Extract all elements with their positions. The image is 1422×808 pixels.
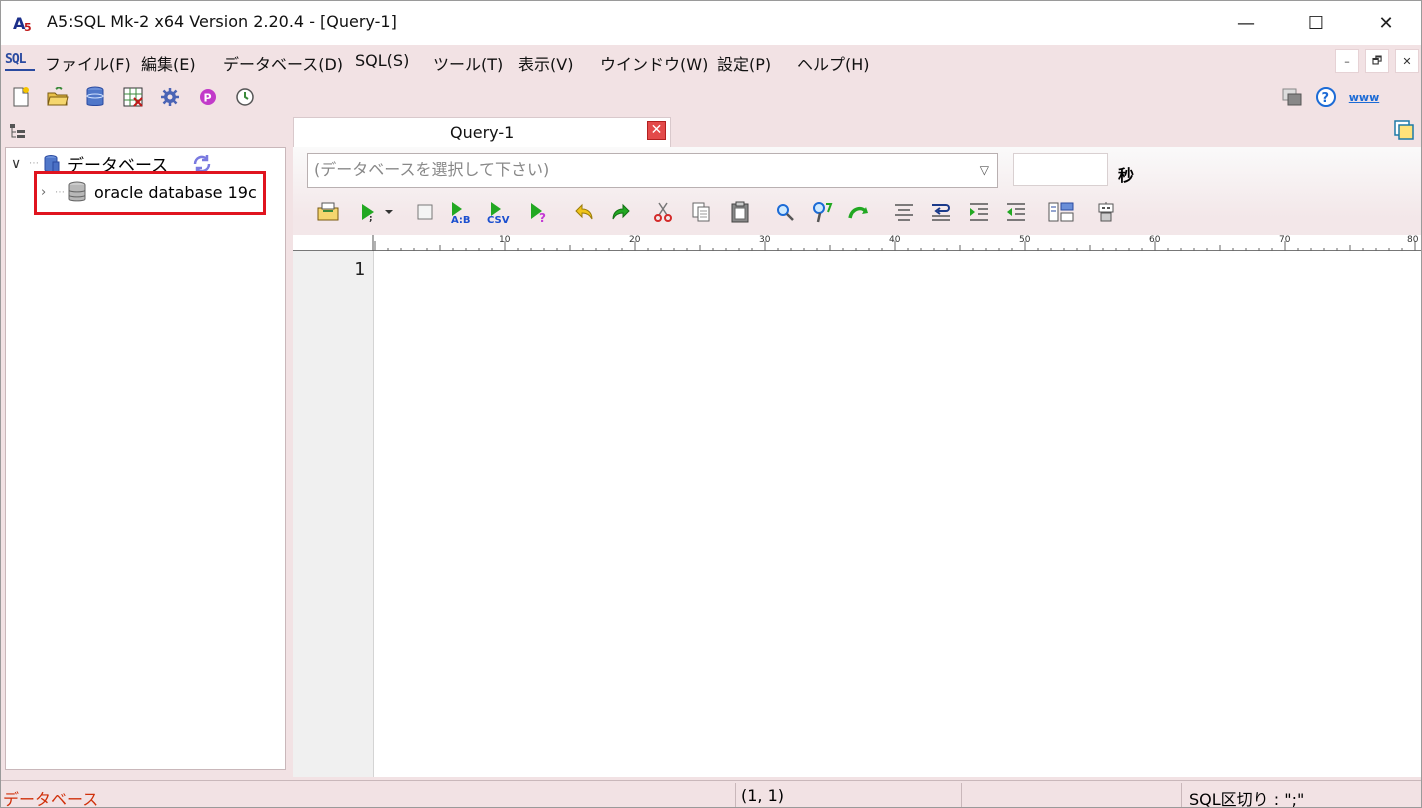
- run-csv-icon[interactable]: CSV: [485, 199, 515, 225]
- ruler-label: 20: [629, 235, 641, 245]
- menu-bar: SQL ファイル(F) 編集(E) データベース(D) SQL(S) ツール(T…: [1, 45, 1421, 77]
- main-toolbar: P ? www: [1, 79, 1421, 115]
- ruler-label: 50: [1019, 235, 1031, 245]
- database-tree: [5, 147, 286, 770]
- undo-icon[interactable]: [572, 199, 598, 225]
- line-number: 1: [354, 259, 365, 280]
- status-database: データベース: [3, 790, 99, 808]
- redo-icon[interactable]: [607, 199, 633, 225]
- left-panel-header: [5, 119, 289, 145]
- ruler-label: 30: [759, 235, 771, 245]
- window-title: A5:SQL Mk-2 x64 Version 2.20.4 - [Query-…: [47, 12, 397, 31]
- app-window: A 5 A5:SQL Mk-2 x64 Version 2.20.4 - [Qu…: [0, 0, 1422, 808]
- status-sql-separator: SQL区切り : ";": [1189, 790, 1305, 808]
- explain-icon[interactable]: ?: [526, 199, 552, 225]
- help-icon[interactable]: ?: [1314, 85, 1338, 109]
- menu-edit[interactable]: 編集(E): [141, 51, 196, 75]
- ruler-label: 80: [1407, 235, 1419, 245]
- menu-file[interactable]: ファイル(F): [45, 51, 131, 75]
- ruler-label: 60: [1149, 235, 1161, 245]
- menu-help[interactable]: ヘルプ(H): [797, 51, 870, 75]
- highlight-box: [34, 171, 266, 215]
- stop-icon[interactable]: [412, 199, 438, 225]
- layout-icon[interactable]: [1048, 199, 1074, 225]
- title-bar: A 5 A5:SQL Mk-2 x64 Version 2.20.4 - [Qu…: [1, 1, 1421, 45]
- sql-logo-icon: SQL: [5, 51, 35, 71]
- find-icon[interactable]: [772, 199, 798, 225]
- clock-icon[interactable]: [233, 85, 257, 109]
- svg-text:A:B: A:B: [451, 215, 471, 224]
- status-divider: [961, 783, 962, 807]
- query-editor-area: (データベースを選択して下さい) ▽ 秒 ; A:B CSV ? 10 20 3…: [293, 147, 1421, 777]
- indent-icon[interactable]: [966, 199, 992, 225]
- new-file-icon[interactable]: [9, 85, 33, 109]
- menu-window[interactable]: ウインドウ(W): [600, 51, 708, 75]
- plugin-icon[interactable]: P: [196, 85, 220, 109]
- maximize-button[interactable]: ☐: [1281, 1, 1351, 45]
- svg-text:?: ?: [1322, 91, 1330, 106]
- column-ruler: 10 20 30 40 50 60 70 80: [293, 235, 1421, 251]
- tab-label: Query-1: [450, 123, 515, 142]
- minimize-button[interactable]: —: [1211, 1, 1281, 45]
- ruler-label: 10: [499, 235, 511, 245]
- status-divider: [735, 783, 736, 807]
- status-cursor-position: (1, 1): [741, 786, 785, 805]
- menu-tools[interactable]: ツール(T): [433, 51, 503, 75]
- format-icon[interactable]: [891, 199, 917, 225]
- tab-query-1[interactable]: Query-1 ✕: [293, 117, 671, 147]
- wrap-icon[interactable]: [928, 199, 954, 225]
- www-icon[interactable]: www: [1349, 85, 1380, 109]
- database-select-placeholder: (データベースを選択して下さい): [314, 160, 550, 179]
- timeout-input[interactable]: [1013, 153, 1108, 186]
- chevron-down-icon: ▽: [979, 163, 989, 177]
- status-divider: [1181, 783, 1182, 807]
- tab-close-icon[interactable]: ✕: [647, 121, 666, 140]
- tree-view-icon[interactable]: [9, 123, 27, 139]
- cut-icon[interactable]: [650, 199, 676, 225]
- table-grid-icon[interactable]: [121, 85, 145, 109]
- sql-editor[interactable]: [375, 251, 1421, 777]
- mdi-minimize-button[interactable]: –: [1335, 49, 1359, 73]
- copy-icon[interactable]: [688, 199, 714, 225]
- paste-icon[interactable]: [727, 199, 753, 225]
- menu-settings[interactable]: 設定(P): [717, 51, 771, 75]
- open-folder-icon[interactable]: [46, 85, 70, 109]
- run-icon[interactable]: ;: [355, 199, 399, 225]
- ruler-ticks: [372, 235, 1416, 251]
- mdi-close-button[interactable]: ✕: [1395, 49, 1419, 73]
- window-list-icon[interactable]: [1393, 119, 1417, 143]
- run-ab-icon[interactable]: A:B: [448, 199, 478, 225]
- jump-icon[interactable]: [846, 199, 872, 225]
- svg-text:;: ;: [369, 214, 373, 223]
- close-button[interactable]: ✕: [1351, 1, 1421, 45]
- database-icon[interactable]: [83, 85, 107, 109]
- svg-text:5: 5: [24, 21, 32, 33]
- unindent-icon[interactable]: [1003, 199, 1029, 225]
- ruler-label: 40: [889, 235, 901, 245]
- seconds-label: 秒: [1118, 166, 1135, 185]
- menu-database[interactable]: データベース(D): [223, 51, 343, 75]
- status-bar: データベース (1, 1) SQL区切り : ";": [1, 780, 1421, 808]
- svg-text:P: P: [204, 92, 212, 105]
- window-icon[interactable]: [1280, 85, 1304, 109]
- chevron-down-icon[interactable]: ∨: [11, 156, 27, 172]
- find-replace-icon[interactable]: [809, 199, 835, 225]
- svg-text:?: ?: [539, 211, 546, 224]
- gear-icon[interactable]: [158, 85, 182, 109]
- app-logo-icon: A 5: [13, 13, 35, 33]
- line-number-gutter: 1: [293, 251, 374, 777]
- open-sql-icon[interactable]: [315, 199, 341, 225]
- menu-sql[interactable]: SQL(S): [355, 51, 409, 70]
- mdi-restore-button[interactable]: 🗗: [1365, 49, 1389, 73]
- menu-view[interactable]: 表示(V): [518, 51, 573, 75]
- database-select[interactable]: (データベースを選択して下さい) ▽: [307, 153, 998, 188]
- robot-icon[interactable]: [1093, 199, 1119, 225]
- svg-text:CSV: CSV: [487, 215, 510, 224]
- ruler-label: 70: [1279, 235, 1291, 245]
